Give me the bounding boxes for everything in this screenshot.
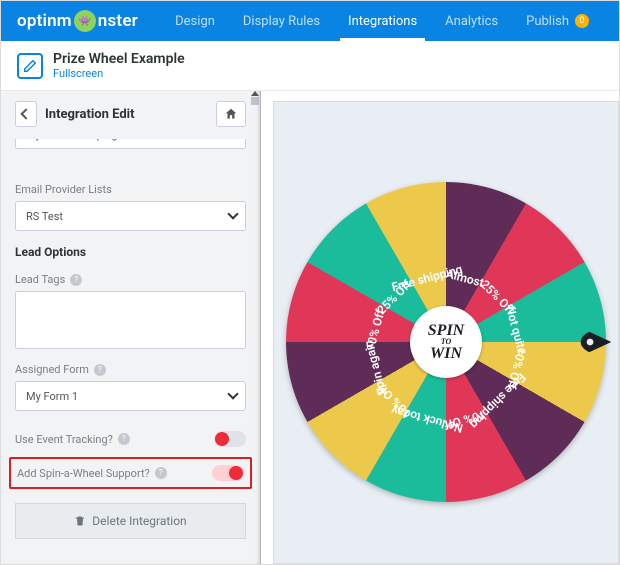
delete-integration-label: Delete Integration (92, 514, 186, 528)
event-tracking-toggle[interactable] (214, 431, 246, 447)
nav-publish[interactable]: Publish 0 (512, 1, 603, 41)
nav-integrations[interactable]: Integrations (334, 1, 431, 41)
spin-support-toggle[interactable] (212, 465, 244, 481)
preview-artboard[interactable]: Almost25% OffNot quite10% OffFree shippi… (273, 101, 619, 564)
brand-text-pre: optinm (17, 11, 72, 31)
lead-options-title: Lead Options (15, 245, 246, 259)
campaign-title-block: Prize Wheel Example Fullscreen (53, 51, 185, 80)
field-assigned-form: Assigned Form ? My Form 1 (15, 363, 246, 411)
lead-tags-label: Lead Tags ? (15, 273, 246, 286)
nav-display-rules[interactable]: Display Rules (229, 1, 334, 41)
field-lists: Email Provider Lists RS Test (15, 183, 246, 231)
spin-support-label: Add Spin-a-Wheel Support? ? (17, 467, 167, 480)
app-header: optinm 👾 nster Design Display Rules Inte… (1, 1, 619, 41)
event-tracking-label-text: Use Event Tracking? (15, 433, 113, 446)
main-split: Integration Edit My ActiveCampaign Accou… (1, 91, 619, 564)
brand-logo: optinm 👾 nster (17, 10, 138, 32)
chevron-down-icon (229, 390, 237, 404)
row-event-tracking: Use Event Tracking? ? (15, 425, 246, 453)
sidebar-subheader: Integration Edit (15, 101, 246, 127)
help-icon[interactable]: ? (94, 364, 106, 376)
integration-sidebar: Integration Edit My ActiveCampaign Accou… (1, 91, 261, 564)
publish-badge: 0 (575, 14, 589, 28)
assigned-form-select[interactable]: My Form 1 (15, 381, 246, 411)
trash-icon (74, 515, 86, 527)
top-nav: Design Display Rules Integrations Analyt… (161, 1, 603, 41)
preview-canvas: Almost25% OffNot quite10% OffFree shippi… (261, 91, 619, 564)
help-icon[interactable]: ? (155, 467, 167, 479)
account-select-clipped[interactable]: My ActiveCampaign Account (15, 139, 246, 169)
delete-integration-button[interactable]: Delete Integration (15, 503, 246, 539)
nav-publish-label: Publish (526, 14, 569, 29)
wheel-hub[interactable]: SPIN TO WIN (410, 306, 482, 378)
campaign-type: Fullscreen (53, 67, 185, 80)
prize-wheel[interactable]: Almost25% OffNot quite10% OffFree shippi… (286, 182, 606, 502)
brand-text-post: nster (98, 11, 138, 31)
home-button[interactable] (216, 101, 246, 127)
campaign-name: Prize Wheel Example (53, 51, 185, 67)
help-icon[interactable]: ? (118, 433, 130, 445)
rename-icon[interactable] (17, 53, 43, 79)
wheel-pointer-icon (579, 330, 613, 354)
lists-select[interactable]: RS Test (15, 201, 246, 231)
back-button[interactable] (15, 101, 37, 127)
lists-value: RS Test (26, 210, 63, 223)
lists-label: Email Provider Lists (15, 183, 246, 196)
sidebar-title: Integration Edit (45, 107, 216, 122)
mascot-icon: 👾 (74, 10, 96, 32)
campaign-title-bar: Prize Wheel Example Fullscreen (1, 41, 619, 91)
account-select-value: My ActiveCampaign Account (26, 139, 167, 141)
help-icon[interactable]: ? (70, 274, 82, 286)
field-lead-tags: Lead Tags ? (15, 273, 246, 349)
assigned-form-label-text: Assigned Form (15, 363, 89, 376)
lead-tags-label-text: Lead Tags (15, 273, 65, 286)
assigned-form-value: My Form 1 (26, 390, 78, 403)
assigned-form-label: Assigned Form ? (15, 363, 246, 376)
spin-support-label-text: Add Spin-a-Wheel Support? (17, 467, 150, 480)
spin-support-callout: Add Spin-a-Wheel Support? ? (9, 457, 252, 489)
chevron-down-icon (229, 210, 237, 224)
hub-text-bot: WIN (430, 345, 462, 362)
nav-design[interactable]: Design (161, 1, 229, 41)
chevron-down-icon (229, 139, 237, 142)
lead-tags-textarea[interactable] (15, 291, 246, 349)
event-tracking-label: Use Event Tracking? ? (15, 433, 130, 446)
nav-analytics[interactable]: Analytics (431, 1, 512, 41)
